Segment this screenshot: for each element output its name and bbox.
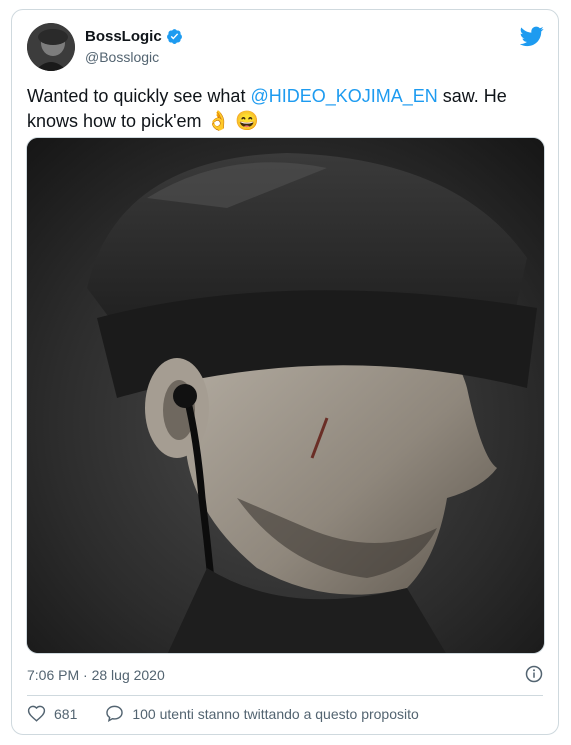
photo-image	[27, 138, 544, 653]
divider	[27, 695, 543, 696]
conversation-text: 100 utenti stanno twittando a questo pro…	[132, 705, 419, 722]
tweet-card[interactable]: BossLogic @Bosslogic Wanted to quickly s…	[11, 9, 559, 735]
conversation-link[interactable]: 100 utenti stanno twittando a questo pro…	[105, 704, 419, 723]
verified-badge-icon	[166, 29, 182, 44]
reply-bubble-icon	[106, 705, 124, 723]
tweet-actions: 681 100 utenti stanno twittando a questo…	[27, 704, 447, 723]
avatar[interactable]	[27, 23, 75, 71]
author-name-row[interactable]: BossLogic	[85, 28, 183, 45]
author-handle[interactable]: @Bosslogic	[85, 49, 159, 65]
tweet-text: Wanted to quickly see what @HIDEO_KOJIMA…	[27, 84, 539, 134]
tweet-text-before: Wanted to quickly see what	[27, 86, 251, 106]
tweet-photo[interactable]	[26, 137, 545, 654]
twitter-bird-icon[interactable]	[520, 24, 544, 48]
grinning-emoji: 😄	[235, 111, 259, 132]
mention-link[interactable]: @HIDEO_KOJIMA_EN	[250, 86, 437, 106]
like-count: 681	[54, 705, 78, 722]
heart-icon	[27, 705, 46, 722]
info-icon[interactable]	[525, 665, 543, 683]
like-button[interactable]: 681	[27, 704, 77, 723]
ok-hand-emoji: 👌	[206, 111, 231, 132]
timestamp[interactable]: 7:06 PM · 28 lug 2020	[27, 667, 165, 683]
author-name[interactable]: BossLogic	[85, 28, 162, 45]
